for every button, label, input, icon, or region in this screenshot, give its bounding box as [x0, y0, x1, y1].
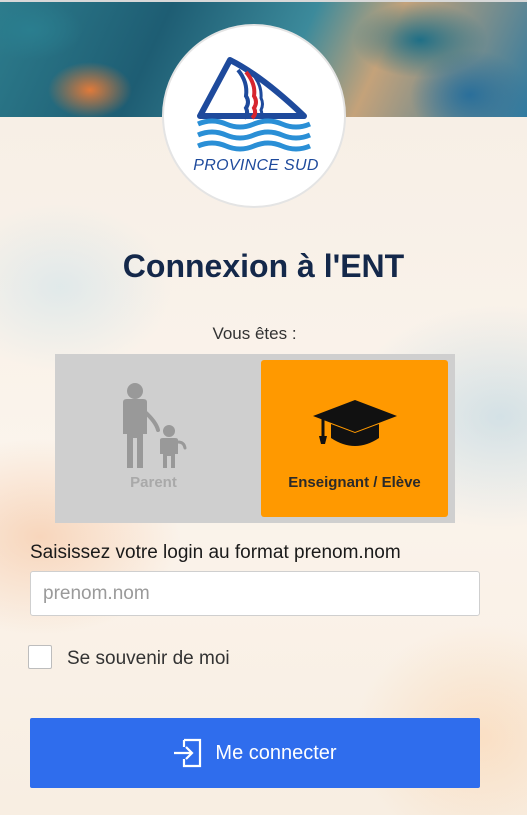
page-title: Connexion à l'ENT	[122, 248, 405, 284]
remember-me-checkbox[interactable]	[28, 645, 52, 669]
profile-selector: Parent Enseignant / Elève	[55, 354, 455, 523]
profile-option-parent[interactable]: Parent	[60, 360, 247, 517]
parent-child-icon	[123, 383, 187, 468]
sign-in-icon	[174, 738, 202, 768]
remember-me-label[interactable]: Se souvenir de moi	[67, 648, 230, 670]
profile-label-teacher-student: Enseignant / Elève	[288, 474, 421, 491]
login-field-label: Saisissez votre login au format prenom.n…	[30, 542, 401, 563]
province-sud-emblem-icon	[197, 57, 311, 152]
login-input[interactable]	[30, 571, 480, 616]
profile-prompt: Vous êtes :	[212, 324, 297, 343]
logo-text: PROVINCE SUD	[193, 157, 319, 174]
profile-option-teacher-student[interactable]: Enseignant / Elève	[261, 360, 448, 517]
connect-button[interactable]: Me connecter	[30, 718, 480, 788]
connect-button-label: Me connecter	[215, 741, 337, 764]
graduation-cap-icon	[313, 400, 397, 446]
top-border	[0, 0, 527, 2]
province-sud-logo: PROVINCE SUD	[162, 24, 346, 208]
profile-label-parent: Parent	[130, 474, 177, 491]
